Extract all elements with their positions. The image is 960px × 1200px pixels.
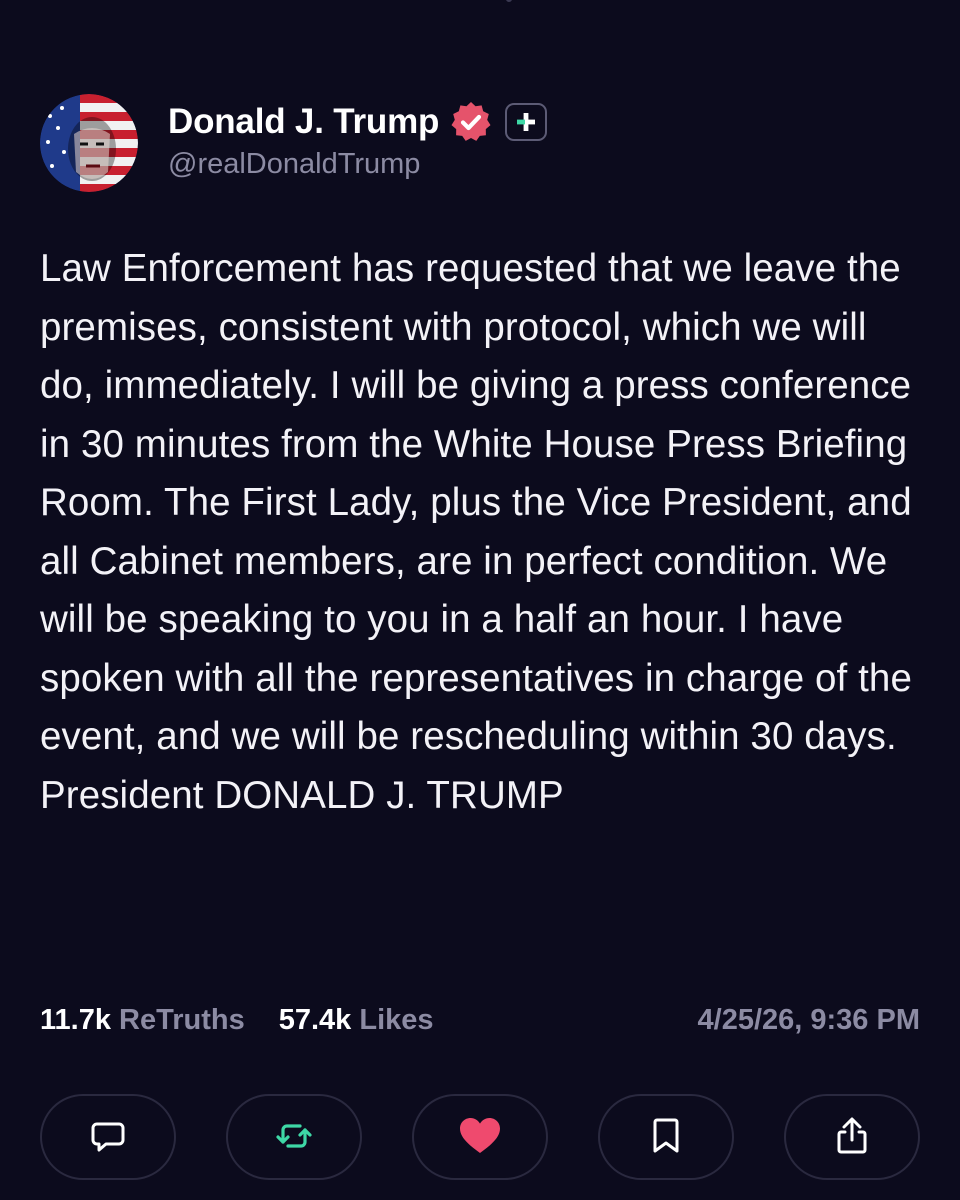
retruth-button[interactable] xyxy=(226,1094,362,1180)
post-text: Law Enforcement has requested that we le… xyxy=(40,247,912,817)
author-display-name[interactable]: Donald J. Trump xyxy=(168,102,439,142)
bookmark-button[interactable] xyxy=(598,1094,734,1180)
name-row: Donald J. Trump xyxy=(168,96,548,148)
share-icon xyxy=(834,1116,870,1159)
author-identity: Donald J. Trump @realDonaldTrump xyxy=(168,96,548,181)
post-header: Donald J. Trump @realDonaldTrump xyxy=(40,94,548,192)
reply-button[interactable] xyxy=(40,1094,176,1180)
retruths-count: 11.7k xyxy=(40,1004,111,1036)
share-button[interactable] xyxy=(784,1094,920,1180)
likes-count: 57.4k xyxy=(278,1004,352,1036)
comment-icon xyxy=(90,1118,126,1157)
post-stats: 11.7k ReTruths 57.4k Likes 4/25/26, 9:36… xyxy=(40,1004,920,1037)
likes-stat[interactable]: 57.4k Likes xyxy=(279,1004,434,1037)
bookmark-icon xyxy=(650,1117,682,1158)
top-edge-fragment xyxy=(506,0,512,2)
avatar[interactable] xyxy=(40,94,138,192)
verified-check-icon xyxy=(449,100,493,144)
repost-icon xyxy=(274,1118,314,1157)
likes-label: Likes xyxy=(359,1004,434,1036)
action-bar xyxy=(40,1094,920,1182)
post-timestamp: 4/25/26, 9:36 PM xyxy=(697,1004,920,1036)
like-button[interactable] xyxy=(412,1094,548,1180)
retruths-stat[interactable]: 11.7k ReTruths xyxy=(40,1004,245,1037)
author-handle[interactable]: @realDonaldTrump xyxy=(168,148,547,181)
heart-icon xyxy=(458,1116,502,1159)
plus-icon[interactable] xyxy=(505,103,548,141)
retruths-label: ReTruths xyxy=(119,1004,245,1036)
